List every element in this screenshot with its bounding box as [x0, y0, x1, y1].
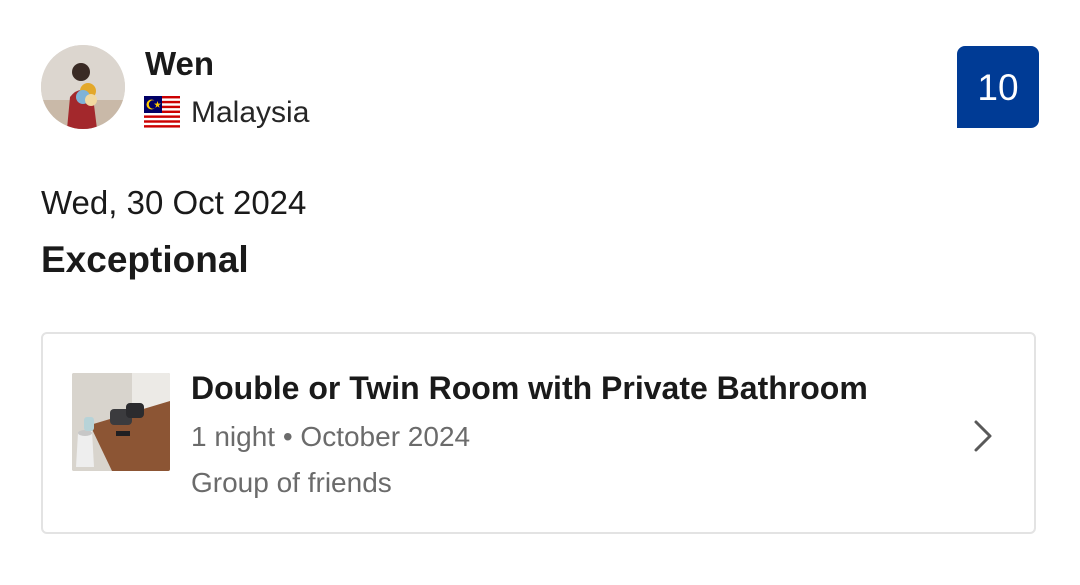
reviewer-country: Malaysia	[144, 94, 309, 132]
review-headline: Exceptional	[41, 239, 249, 280]
room-thumbnail	[72, 373, 170, 471]
room-stay-details: 1 night • October 2024	[191, 421, 471, 452]
room-traveller-type: Group of friends	[191, 467, 392, 498]
review-score-badge: 10	[957, 46, 1039, 128]
avatar-photo	[41, 45, 125, 129]
room-title: Double or Twin Room with Private Bathroo…	[191, 370, 868, 406]
reviewer-name: Wen	[145, 45, 215, 82]
review-date: Wed, 30 Oct 2024	[41, 184, 307, 221]
review-score: 10	[977, 66, 1019, 108]
chevron-right-icon[interactable]	[971, 418, 995, 454]
room-photo	[72, 373, 170, 471]
reviewer-avatar	[41, 45, 125, 129]
malaysia-flag-icon	[144, 96, 180, 130]
country-name: Malaysia	[191, 96, 310, 129]
room-details-card[interactable]: Double or Twin Room with Private Bathroo…	[41, 332, 1036, 534]
